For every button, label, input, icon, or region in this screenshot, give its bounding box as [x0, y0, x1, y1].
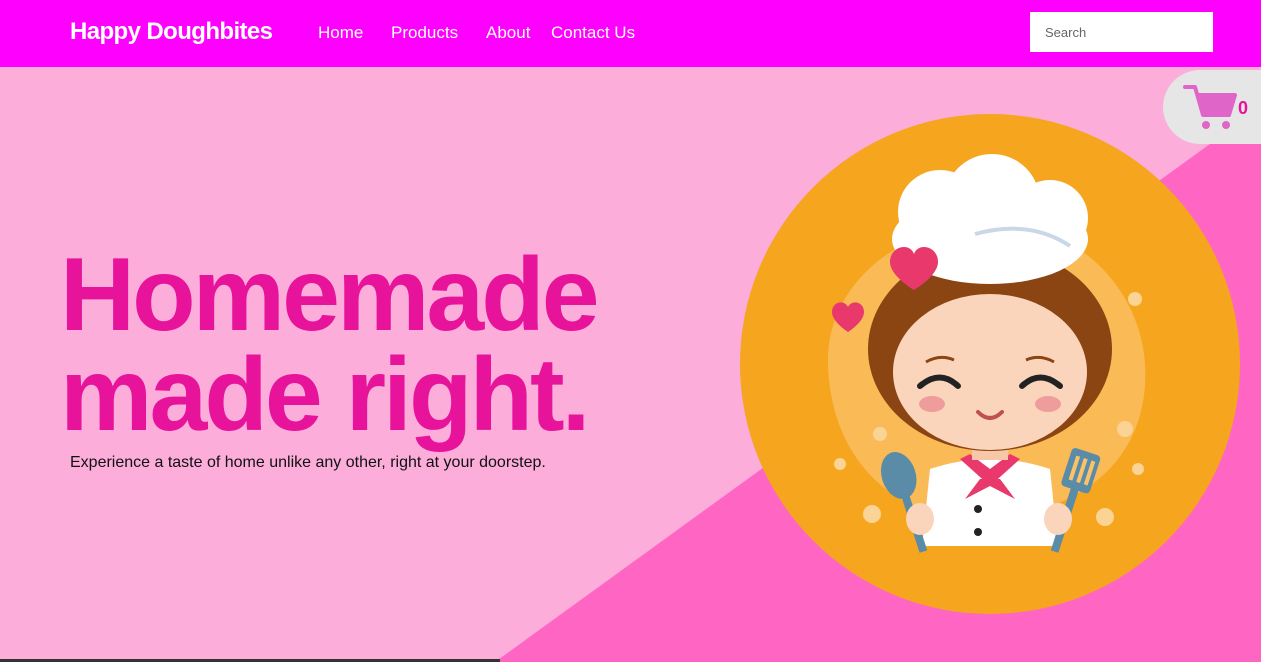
hero-headline: Homemade made right. — [60, 237, 600, 453]
nav-products[interactable]: Products — [391, 23, 458, 43]
cart-button[interactable]: 0 — [1163, 70, 1261, 144]
nav-about[interactable]: About — [486, 23, 530, 43]
nav-contact-us[interactable]: Contact Us — [551, 23, 635, 43]
hero-section: Homemade made right. Experience a taste … — [0, 67, 1261, 662]
search-input[interactable] — [1030, 12, 1213, 52]
cart-count-badge: 0 — [1238, 98, 1249, 118]
headline-line-1: Homemade — [60, 237, 600, 353]
nav-home[interactable]: Home — [318, 23, 363, 43]
chef-illustration — [740, 114, 1240, 614]
shopping-cart-icon — [1183, 85, 1237, 129]
hero-tagline: Experience a taste of home unlike any ot… — [70, 454, 546, 471]
navbar: Happy Doughbites Home Products About Con… — [0, 0, 1261, 67]
brand-logo[interactable]: Happy Doughbites — [70, 18, 273, 46]
headline-line-2: made right. — [60, 337, 591, 453]
